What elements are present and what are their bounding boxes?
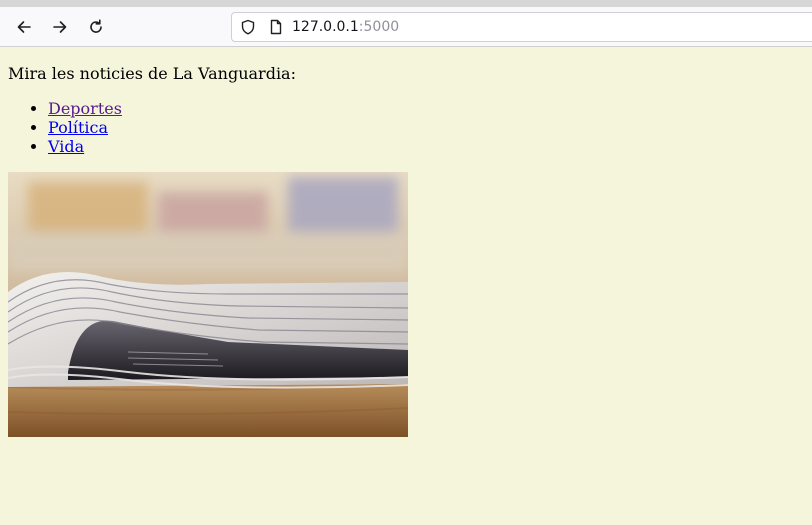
reload-icon bbox=[90, 19, 102, 33]
url-port: :5000 bbox=[358, 19, 400, 35]
list-item: Vida bbox=[48, 137, 122, 156]
shield-icon[interactable] bbox=[240, 19, 256, 35]
link-vida[interactable]: Vida bbox=[48, 137, 84, 156]
list-item: Deportes bbox=[48, 99, 122, 118]
url-host: 127.0.0.1 bbox=[292, 19, 359, 35]
address-bar[interactable]: 127.0.0.1:5000 bbox=[231, 12, 812, 42]
forward-button[interactable] bbox=[46, 13, 74, 41]
browser-toolbar: 127.0.0.1:5000 bbox=[0, 7, 812, 47]
link-deportes[interactable]: Deportes bbox=[48, 99, 122, 118]
back-arrow-icon bbox=[17, 21, 31, 33]
newspaper-image bbox=[8, 172, 408, 437]
reload-button[interactable] bbox=[82, 13, 110, 41]
page-content: Mira les noticies de La Vanguardia: Depo… bbox=[0, 48, 812, 525]
list-item: Política bbox=[48, 118, 122, 137]
forward-arrow-icon bbox=[53, 21, 67, 33]
newspaper-illustration bbox=[8, 172, 408, 437]
link-politica[interactable]: Política bbox=[48, 118, 108, 137]
back-button[interactable] bbox=[10, 13, 38, 41]
page-icon[interactable] bbox=[268, 19, 284, 35]
url-text[interactable]: 127.0.0.1:5000 bbox=[292, 19, 399, 35]
intro-text: Mira les noticies de La Vanguardia: bbox=[8, 64, 296, 83]
news-sections-list: Deportes Política Vida bbox=[8, 99, 122, 156]
window-top-strip bbox=[0, 0, 812, 7]
